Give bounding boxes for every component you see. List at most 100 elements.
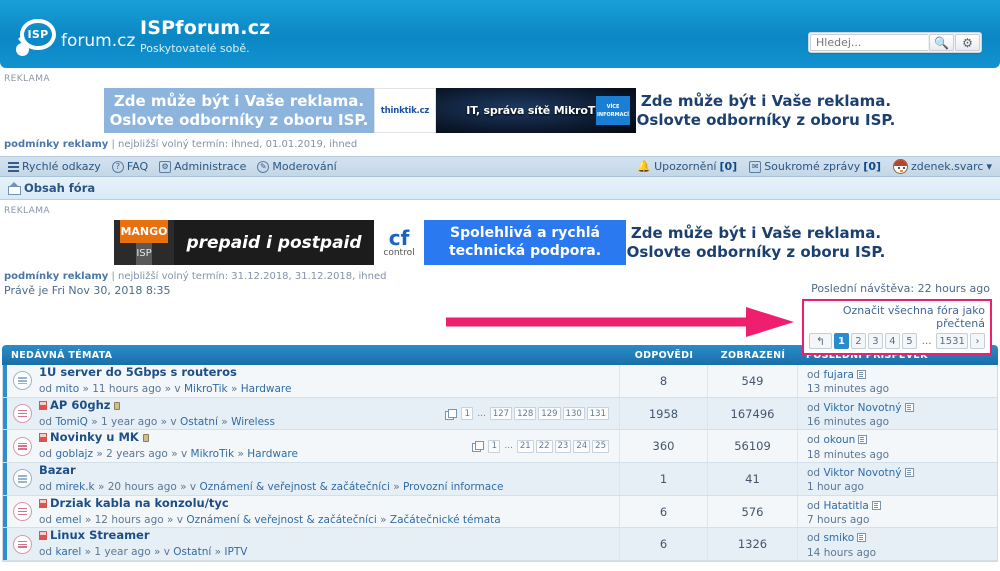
nav-administrace[interactable]: ⚙ Administrace (159, 160, 246, 173)
last-post-author-link[interactable]: smiko (823, 532, 854, 544)
topic-title-link[interactable]: Novinky u MK (39, 430, 149, 444)
row-page-button[interactable]: 22 (535, 439, 553, 453)
last-post-author-link[interactable]: Hatatitla (823, 500, 868, 512)
topic-title-link[interactable]: Linux Streamer (39, 528, 150, 542)
subforum-link[interactable]: Začátečnické témata (390, 514, 501, 526)
goto-last-post-icon[interactable] (871, 500, 881, 510)
page-button-5[interactable]: 5 (901, 333, 917, 349)
row-page-button[interactable]: 21 (516, 439, 534, 453)
nav-faq[interactable]: ? FAQ (111, 160, 148, 173)
table-row[interactable]: Bazar od mirek.k » 20 hours ago » v Oznám… (3, 463, 997, 496)
row-page-button[interactable]: 128 (514, 407, 537, 421)
subforum-link[interactable]: Provozní informace (403, 481, 503, 493)
table-row[interactable]: AP 60ghz od TomiQ » 1 year ago » v Ostatn… (3, 397, 997, 431)
row-page-button[interactable]: 1 (461, 407, 474, 421)
multipage-icon (472, 441, 485, 453)
admin-icon: ⚙ (159, 160, 172, 173)
ad-mikrotik-banner[interactable]: IT, správa sítě MikroTik VÍCE INFORMACÍ (436, 88, 636, 133)
ad-prepaid-banner[interactable]: prepaid i postpaid (174, 220, 374, 265)
page-button-1[interactable]: 1 (833, 333, 849, 349)
table-row[interactable]: Novinky u MK od goblajz » 2 years ago » v… (3, 430, 997, 464)
new-post-icon (39, 531, 47, 541)
table-row[interactable]: Linux Streamer od karel » 1 year ago » v … (3, 528, 997, 562)
topic-author-link[interactable]: karel (55, 546, 81, 558)
last-post-author-link[interactable]: fujara (823, 369, 853, 381)
topic-meta: od mirek.k » 20 hours ago » v Oznámení &… (39, 480, 504, 493)
nav-quick-links[interactable]: Rychlé odkazy (8, 160, 101, 174)
search-icon[interactable]: 🔍 (929, 34, 954, 51)
search-input[interactable] (810, 34, 928, 51)
messages-label: Soukromé zprávy (764, 160, 861, 173)
subforum-link[interactable]: Hardware (241, 383, 292, 395)
row-page-button[interactable]: 130 (562, 407, 585, 421)
topic-author-link[interactable]: TomiQ (55, 416, 87, 428)
topic-author-link[interactable]: mirek.k (55, 481, 94, 493)
row-page-button[interactable]: 131 (586, 407, 609, 421)
ad-support-banner[interactable]: Spolehlivá a rychlá technická podpora. (424, 220, 626, 265)
last-post-author-link[interactable]: Viktor Novotný (823, 467, 901, 479)
topic-author-link[interactable]: goblajz (55, 448, 93, 460)
forum-link[interactable]: MikroTik (191, 448, 235, 460)
ad-thinktik-logo[interactable]: thinktik.cz (374, 88, 436, 133)
row-page-button[interactable]: 23 (554, 439, 572, 453)
annotation-zone: Označit všechna fóra jako přečtená ↰ 1 2… (0, 297, 1000, 355)
jump-arrow-icon[interactable]: ↰ (809, 333, 832, 349)
page-button-3[interactable]: 3 (867, 333, 883, 349)
nav-moderovani[interactable]: ✎ Moderování (257, 160, 337, 173)
page-button-4[interactable]: 4 (884, 333, 900, 349)
notifications-link[interactable]: 🔔 Upozornění [0] (637, 160, 737, 173)
table-row[interactable]: 1U server do 5Gbps s routeros od mito » 1… (3, 365, 997, 398)
topic-title-link[interactable]: 1U server do 5Gbps s routeros (39, 365, 237, 379)
goto-last-post-icon[interactable] (858, 435, 868, 445)
ad-conditions-link[interactable]: podmínky reklamy (4, 139, 108, 150)
ads-bottom-row: MANGO ISP prepaid i postpaid cf control … (0, 220, 1000, 265)
topic-title-link[interactable]: Drziak kabla na konzolu/tyc (39, 496, 229, 510)
row-page-button[interactable]: 129 (538, 407, 561, 421)
subforum-link[interactable]: Hardware (247, 448, 298, 460)
mark-all-read-link[interactable]: Označit všechna fóra jako přečtená (809, 304, 985, 330)
search-box[interactable]: 🔍 ⚙ (808, 32, 982, 53)
ad-more-info-button[interactable]: VÍCE INFORMACÍ (596, 96, 630, 125)
ad-banner-right[interactable]: Zde může být i Vaše reklama. Oslovte odb… (636, 88, 896, 133)
forum-link[interactable]: Ostatní (173, 546, 211, 558)
row-page-button[interactable]: 25 (592, 439, 609, 453)
ad-conditions-link-bottom[interactable]: podmínky reklamy (4, 271, 108, 282)
topic-author-link[interactable]: mito (55, 383, 79, 395)
page-button-last[interactable]: 1531 (936, 333, 968, 349)
row-page-button[interactable]: 1 (488, 439, 501, 453)
goto-last-post-icon[interactable] (857, 533, 867, 543)
site-logo[interactable]: ISP forum.cz (14, 19, 135, 63)
subforum-link[interactable]: Wireless (231, 416, 275, 428)
last-post-author-link[interactable]: Viktor Novotný (823, 402, 901, 414)
more-info-line2: INFORMACÍ (597, 111, 629, 118)
forum-link[interactable]: Oznámení & veřejnost & začátečníci (199, 481, 389, 493)
next-page-button[interactable]: › (970, 333, 985, 349)
goto-last-post-icon[interactable] (904, 402, 914, 412)
last-post-cell: od smiko 14 hours ago (797, 528, 997, 561)
prepaid-text: prepaid i postpaid (186, 232, 362, 253)
topic-title-link[interactable]: Bazar (39, 463, 76, 477)
row-page-button[interactable]: 127 (489, 407, 513, 421)
page-button-2[interactable]: 2 (850, 333, 866, 349)
gear-icon[interactable]: ⚙ (955, 34, 980, 51)
goto-last-post-icon[interactable] (856, 370, 866, 379)
topic-cell: Bazar od mirek.k » 20 hours ago » v Oznám… (3, 463, 619, 495)
ad-mango-logo[interactable]: MANGO ISP (114, 220, 174, 265)
ad-banner-left[interactable]: Zde může být i Vaše reklama. Oslovte odb… (104, 88, 374, 133)
row-pagination: 1… 21 22 23 24 25 (472, 439, 619, 453)
ad-cfcontrol-logo[interactable]: cf control (374, 220, 424, 265)
topic-author-link[interactable]: emel (55, 514, 81, 526)
row-page-button[interactable]: 24 (573, 439, 591, 453)
last-post-author-link[interactable]: okoun (823, 434, 855, 446)
user-menu[interactable]: zdenek.svarc ▾ (893, 159, 992, 174)
forum-link[interactable]: Oznámení & veřejnost & začátečníci (186, 514, 376, 526)
forum-link[interactable]: Ostatní (180, 416, 218, 428)
topic-title-link[interactable]: AP 60ghz (39, 398, 121, 412)
ad-banner-right-bottom[interactable]: Zde může být i Vaše reklama. Oslovte odb… (626, 220, 886, 265)
table-row[interactable]: Drziak kabla na konzolu/tyc od emel » 12 … (3, 495, 997, 529)
private-messages-link[interactable]: ✉ Soukromé zprávy [0] (749, 160, 881, 173)
forum-link[interactable]: MikroTik (184, 383, 228, 395)
goto-last-post-icon[interactable] (904, 468, 914, 478)
subforum-link[interactable]: IPTV (224, 546, 247, 558)
breadcrumb-forum-index[interactable]: Obsah fóra (24, 181, 95, 195)
